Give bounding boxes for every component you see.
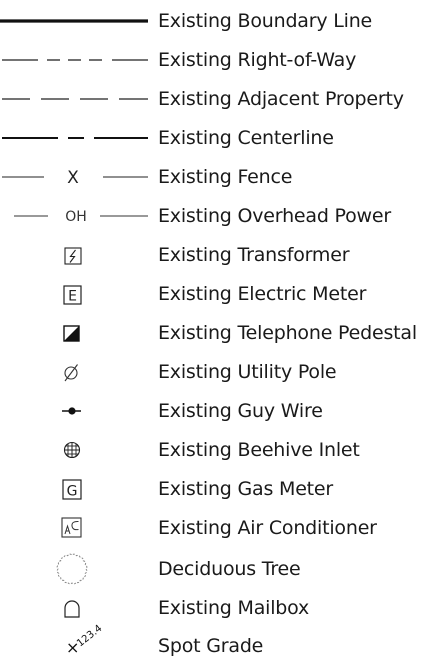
legend-row-spot-grade: × 123.4 Spot Grade — [0, 623, 432, 662]
legend-label: Existing Electric Meter — [158, 283, 367, 305]
beehive-inlet-icon — [0, 434, 150, 466]
right-of-way-line-symbol — [0, 44, 150, 76]
legend-row-mailbox: Existing Mailbox — [0, 592, 432, 624]
legend-row-utility-pole: Existing Utility Pole — [0, 356, 432, 388]
legend-row-beehive-inlet: Existing Beehive Inlet — [0, 434, 432, 466]
legend-label: Deciduous Tree — [158, 558, 301, 580]
legend-label: Existing Right-of-Way — [158, 49, 357, 71]
air-conditioner-icon — [0, 512, 150, 544]
legend-label: Existing Air Conditioner — [158, 517, 377, 539]
legend-label: Existing Telephone Pedestal — [158, 322, 417, 344]
legend-row-electric-meter: E Existing Electric Meter — [0, 278, 432, 310]
guy-wire-icon — [0, 395, 150, 427]
overhead-marker-text: OH — [65, 209, 87, 225]
spot-grade-elevation: 123.4 — [75, 623, 104, 649]
legend-label: Existing Overhead Power — [158, 205, 391, 227]
legend-row-gas-meter: G Existing Gas Meter — [0, 473, 432, 505]
legend-label: Existing Fence — [158, 166, 293, 188]
legend-label: Existing Beehive Inlet — [158, 439, 360, 461]
centerline-symbol — [0, 122, 150, 154]
fence-marker-text: X — [67, 168, 79, 188]
legend-row-air-conditioner: Existing Air Conditioner — [0, 512, 432, 544]
legend-row-centerline: Existing Centerline — [0, 122, 432, 154]
electric-meter-icon: E — [0, 278, 150, 310]
mailbox-icon — [0, 592, 150, 624]
legend-label: Existing Utility Pole — [158, 361, 337, 383]
fence-line-symbol: X — [0, 161, 150, 193]
spot-grade-icon: × 123.4 — [0, 623, 150, 662]
legend-label: Existing Gas Meter — [158, 478, 334, 500]
legend-row-telephone-pedestal: Existing Telephone Pedestal — [0, 317, 432, 349]
deciduous-tree-icon — [0, 553, 150, 585]
legend-row-boundary-line: Existing Boundary Line — [0, 5, 432, 37]
legend-label: Spot Grade — [158, 635, 264, 657]
gas-meter-letter: G — [67, 484, 78, 500]
legend-label: Existing Boundary Line — [158, 10, 373, 32]
legend-label: Existing Transformer — [158, 244, 350, 266]
electric-meter-letter: E — [68, 289, 77, 305]
gas-meter-icon: G — [0, 473, 150, 505]
legend-label: Existing Adjacent Property — [158, 88, 404, 110]
map-legend: Existing Boundary Line Existing Right-of… — [0, 0, 432, 660]
legend-row-guy-wire: Existing Guy Wire — [0, 395, 432, 427]
legend-row-right-of-way: Existing Right-of-Way — [0, 44, 432, 76]
transformer-icon — [0, 239, 150, 271]
legend-label: Existing Guy Wire — [158, 400, 323, 422]
overhead-power-line-symbol: OH — [0, 200, 150, 232]
legend-row-fence: X Existing Fence — [0, 161, 432, 193]
utility-pole-icon — [0, 356, 150, 388]
legend-row-adjacent-property: Existing Adjacent Property — [0, 83, 432, 115]
legend-row-overhead-power: OH Existing Overhead Power — [0, 200, 432, 232]
adjacent-property-line-symbol — [0, 83, 150, 115]
legend-row-transformer: Existing Transformer — [0, 239, 432, 271]
boundary-line-symbol — [0, 5, 150, 37]
telephone-pedestal-icon — [0, 317, 150, 349]
legend-row-deciduous-tree: Deciduous Tree — [0, 553, 432, 585]
tree-canopy-outline — [56, 553, 88, 585]
legend-label: Existing Centerline — [158, 127, 334, 149]
legend-label: Existing Mailbox — [158, 597, 310, 619]
